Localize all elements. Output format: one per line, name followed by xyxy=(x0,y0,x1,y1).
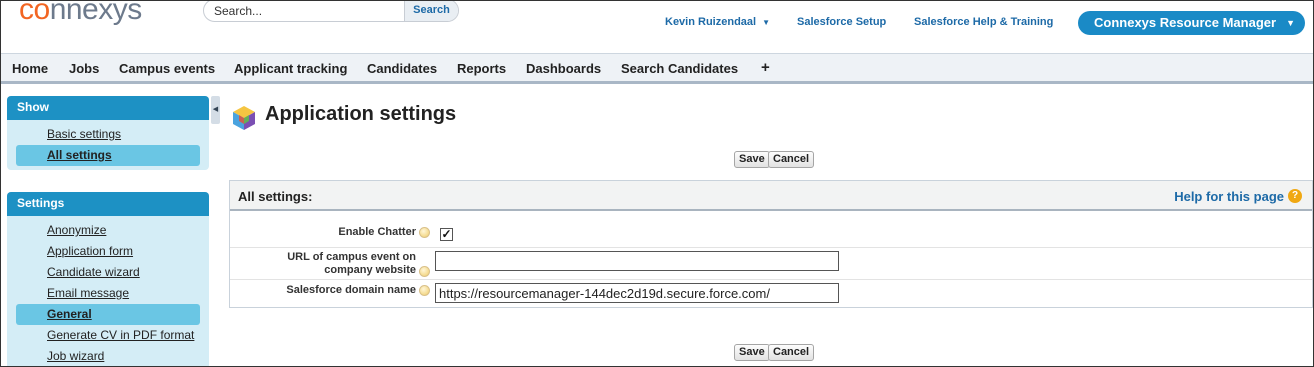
sidebar-item-anonymize[interactable]: Anonymize xyxy=(7,220,209,241)
cancel-button-top[interactable]: Cancel xyxy=(768,151,815,168)
settings-section: Settings Anonymize Application form Cand… xyxy=(7,192,209,366)
info-icon[interactable] xyxy=(419,266,430,277)
chevron-down-icon: ▼ xyxy=(1286,18,1295,28)
sidebar-collapse-handle[interactable]: ◀ xyxy=(211,96,220,124)
search-button[interactable]: Search xyxy=(404,1,458,21)
chevron-down-icon: ▼ xyxy=(762,18,770,27)
settings-header: Settings xyxy=(7,192,209,216)
campus-url-field[interactable] xyxy=(435,251,839,271)
sidebar-item-email-message[interactable]: Email message xyxy=(7,283,209,304)
tab-campus-events[interactable]: Campus events xyxy=(119,61,215,76)
tab-reports[interactable]: Reports xyxy=(457,61,506,76)
cancel-button-bottom[interactable]: Cancel xyxy=(768,344,815,361)
sidebar-item-application-form[interactable]: Application form xyxy=(7,241,209,262)
sidebar-item-job-wizard[interactable]: Job wizard xyxy=(7,346,209,366)
tab-home[interactable]: Home xyxy=(12,61,48,76)
domain-label: Salesforce domain name xyxy=(286,284,416,296)
sidebar-item-basic-settings[interactable]: Basic settings xyxy=(7,124,209,145)
row-divider xyxy=(230,279,1312,280)
sidebar-item-general[interactable]: General xyxy=(16,304,200,325)
add-tab-icon[interactable]: + xyxy=(761,59,770,76)
app-switcher-button[interactable]: Connexys Resource Manager ▼ xyxy=(1078,11,1305,35)
info-icon[interactable] xyxy=(419,285,430,296)
search-input[interactable] xyxy=(212,2,404,19)
global-header: connexys Search Kevin Ruizendaal▼ Salesf… xyxy=(1,1,1313,53)
global-search: Search xyxy=(203,1,459,22)
sidebar-item-candidate-wizard[interactable]: Candidate wizard xyxy=(7,262,209,283)
tab-candidates[interactable]: Candidates xyxy=(367,61,437,76)
enable-chatter-checkbox[interactable]: ✓ xyxy=(440,228,453,241)
save-button-bottom[interactable]: Save xyxy=(734,344,770,361)
show-section: Show Basic settings All settings xyxy=(7,96,209,170)
help-for-page-link[interactable]: Help for this page xyxy=(1174,189,1284,204)
show-header: Show xyxy=(7,96,209,120)
settings-panel: All settings: Help for this page ? Enabl… xyxy=(229,180,1313,308)
campus-url-label: URL of campus event on company website xyxy=(287,251,416,276)
help-icon[interactable]: ? xyxy=(1288,189,1302,203)
tab-applicant-tracking[interactable]: Applicant tracking xyxy=(234,61,347,76)
panel-header: All settings: Help for this page ? xyxy=(230,181,1312,211)
tab-search-candidates[interactable]: Search Candidates xyxy=(621,61,738,76)
setup-link[interactable]: Salesforce Setup xyxy=(797,16,886,28)
panel-title: All settings: xyxy=(238,189,313,204)
tab-bar: Home Jobs Campus events Applicant tracki… xyxy=(1,53,1313,84)
domain-field[interactable] xyxy=(435,283,839,303)
sidebar-item-generate-cv[interactable]: Generate CV in PDF format xyxy=(7,325,209,346)
user-menu[interactable]: Kevin Ruizendaal ▼ xyxy=(665,16,770,28)
sidebar-item-all-settings[interactable]: All settings xyxy=(16,145,200,166)
connexys-logo[interactable]: connexys xyxy=(19,1,142,27)
help-training-link[interactable]: Salesforce Help & Training xyxy=(914,16,1053,28)
save-button-top[interactable]: Save xyxy=(734,151,770,168)
enable-chatter-label: Enable Chatter xyxy=(338,226,416,238)
tab-dashboards[interactable]: Dashboards xyxy=(526,61,601,76)
info-icon[interactable] xyxy=(419,227,430,238)
page-title: Application settings xyxy=(265,103,457,125)
app-frame: connexys Search Kevin Ruizendaal▼ Salesf… xyxy=(0,0,1314,367)
row-divider xyxy=(230,247,1312,248)
tab-jobs[interactable]: Jobs xyxy=(69,61,99,76)
cube-icon xyxy=(233,106,255,130)
